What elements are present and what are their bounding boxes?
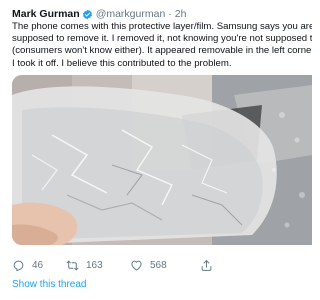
- tweet: Mark Gurman @markgurman · 2h The phone c…: [0, 0, 312, 300]
- tweet-text-line: I took it off. I believe this contribute…: [12, 57, 232, 69]
- tweet-timestamp[interactable]: 2h: [175, 8, 187, 20]
- tweet-text-line: The phone comes with this protective lay…: [12, 21, 312, 32]
- author-handle[interactable]: @markgurman: [96, 8, 166, 20]
- author-name[interactable]: Mark Gurman: [12, 8, 80, 20]
- retweet-count: 163: [86, 259, 103, 271]
- header-separator: ·: [168, 8, 172, 20]
- tweet-photo[interactable]: [12, 75, 312, 245]
- photo-protective-film: [12, 75, 312, 245]
- verified-badge-icon: [82, 9, 92, 19]
- reply-icon: [13, 260, 24, 271]
- reply-count: 46: [32, 259, 44, 271]
- retweet-icon: [66, 260, 79, 270]
- show-thread-link[interactable]: Show this thread: [12, 279, 87, 290]
- retweet-button[interactable]: 163: [66, 257, 103, 273]
- share-button[interactable]: [200, 257, 213, 273]
- like-count: 568: [150, 259, 167, 271]
- like-button[interactable]: 568: [130, 257, 167, 273]
- tweet-text-line: supposed to remove it. I removed it, not…: [12, 33, 312, 45]
- reply-button[interactable]: 46: [12, 257, 43, 273]
- tweet-text: The phone comes with this protective lay…: [12, 21, 312, 70]
- tweet-actions: 46 163 568: [12, 257, 272, 273]
- heart-icon: [131, 260, 142, 271]
- tweet-header: Mark Gurman @markgurman · 2h: [12, 7, 186, 21]
- tweet-text-line: (consumers won't know either). It appear…: [12, 45, 312, 57]
- share-icon: [201, 259, 212, 271]
